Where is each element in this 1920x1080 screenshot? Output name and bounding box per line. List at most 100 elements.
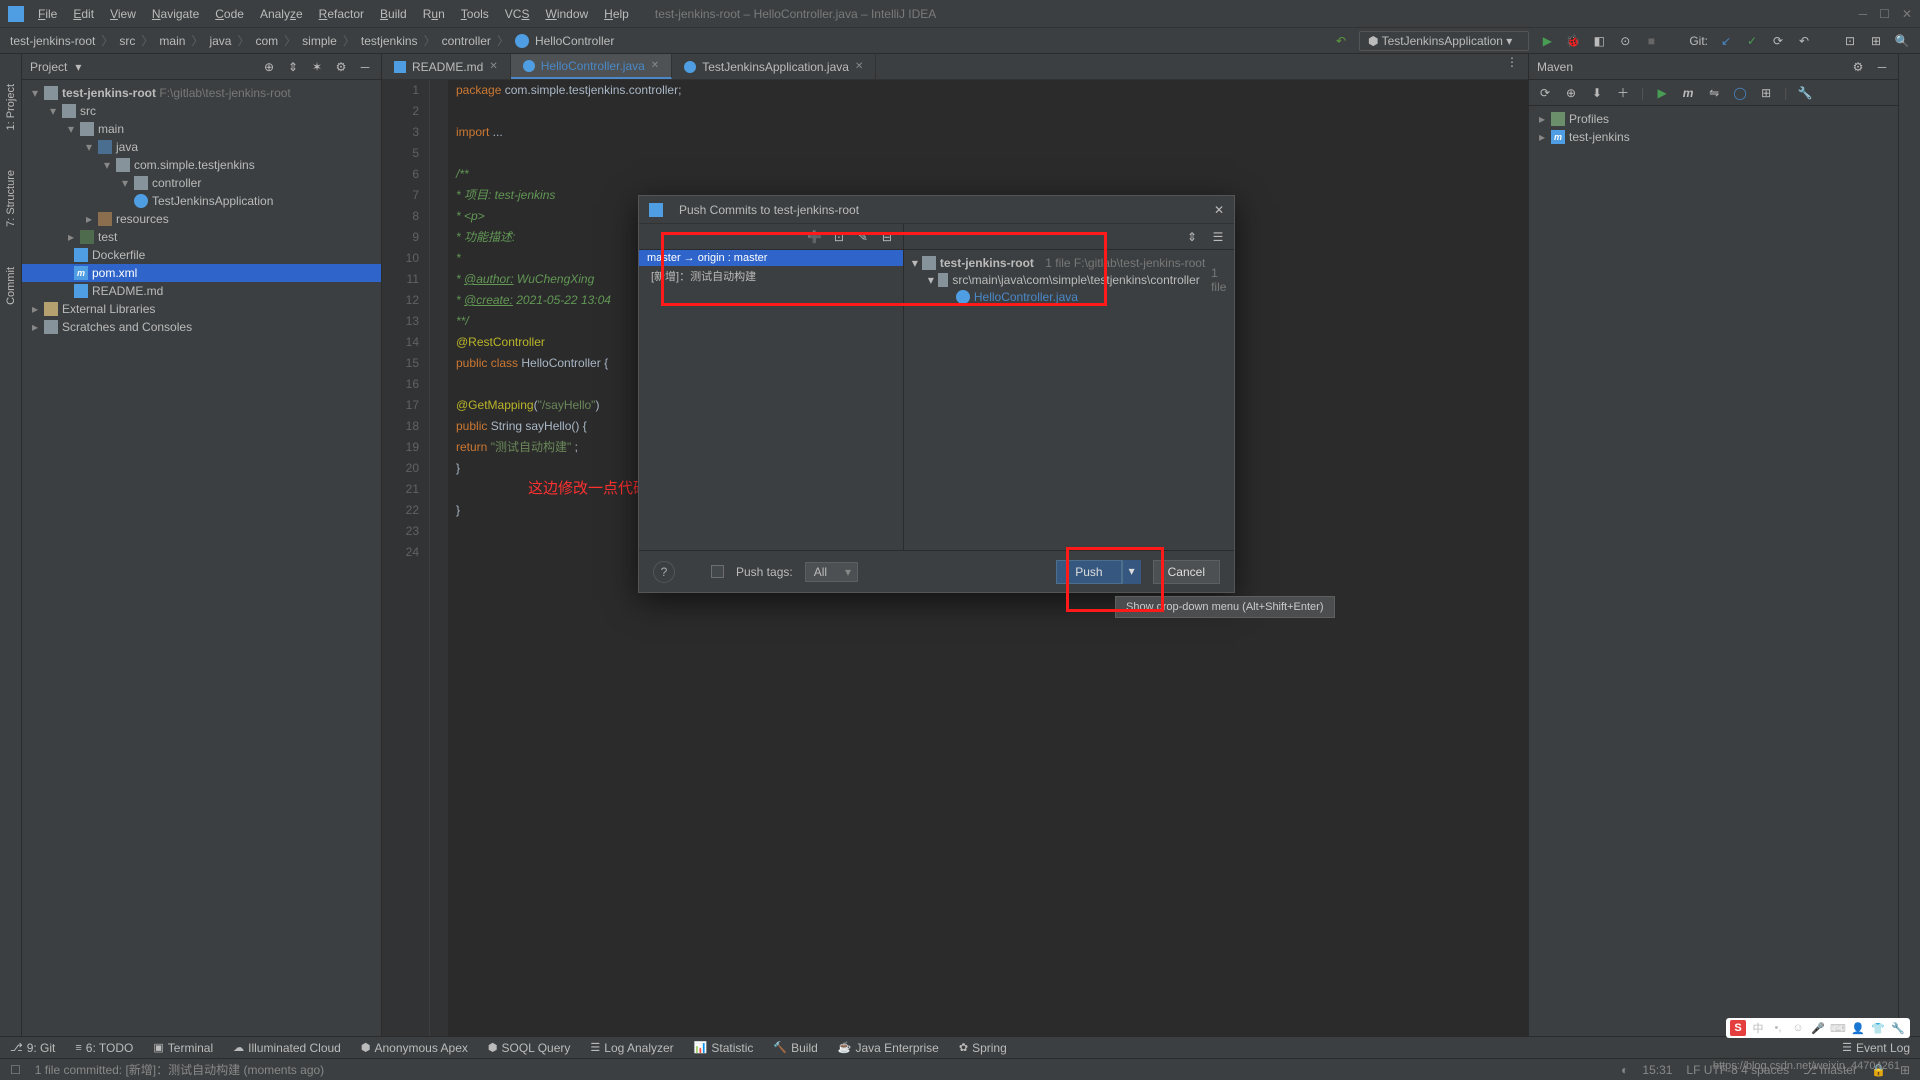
git-update-icon[interactable]: ↙	[1718, 33, 1734, 49]
close-tab-icon[interactable]: ✕	[651, 60, 659, 71]
git-revert-icon[interactable]: ↶	[1796, 33, 1812, 49]
push-tags-combo[interactable]: All	[805, 562, 858, 582]
bc-java[interactable]: java	[209, 34, 231, 48]
bt-apex[interactable]: ⬢ Anonymous Apex	[361, 1041, 468, 1055]
view-dropdown-icon[interactable]: ▾	[75, 60, 81, 74]
bc-class[interactable]: HelloController	[535, 34, 614, 48]
add-branch-icon[interactable]: ➕	[807, 229, 823, 245]
menu-view[interactable]: View	[104, 5, 142, 23]
tabs-menu-icon[interactable]: ⋮	[1504, 54, 1520, 70]
menu-run[interactable]: Run	[417, 5, 451, 23]
close-tab-icon[interactable]: ✕	[855, 61, 863, 72]
download-icon[interactable]: ⬇	[1589, 85, 1605, 101]
bt-log[interactable]: ☰ Log Analyzer	[590, 1041, 673, 1055]
menu-file[interactable]: File	[32, 5, 63, 23]
ime-emoji-icon[interactable]: ☺	[1790, 1020, 1806, 1036]
tab-testjenkins-app[interactable]: TestJenkinsApplication.java✕	[672, 54, 876, 79]
gear-icon[interactable]: ⚙	[333, 59, 349, 75]
close-icon[interactable]: ✕	[1902, 7, 1912, 21]
expand-icon[interactable]: ⇕	[1184, 229, 1200, 245]
find-icon[interactable]: 🔍	[1894, 33, 1910, 49]
stop-icon[interactable]: ■	[1643, 33, 1659, 49]
bt-soql[interactable]: ⬢ SOQL Query	[488, 1041, 571, 1055]
offline-icon[interactable]: ◯	[1732, 85, 1748, 101]
hide-panel-icon[interactable]: ─	[1874, 59, 1890, 75]
add-icon[interactable]: ＋	[1615, 85, 1631, 101]
menu-navigate[interactable]: Navigate	[146, 5, 205, 23]
gutter-commit[interactable]: Commit	[5, 267, 17, 305]
tab-readme[interactable]: README.md✕	[382, 54, 511, 79]
reload-icon[interactable]: ⟳	[1537, 85, 1553, 101]
bt-stat[interactable]: 📊 Statistic	[694, 1041, 754, 1055]
bt-git[interactable]: ⎇ 9: Git	[10, 1041, 55, 1055]
pencil-icon[interactable]: ✎	[855, 229, 871, 245]
exec-icon[interactable]: m	[1680, 85, 1696, 101]
edit-icon[interactable]: ⊡	[831, 229, 847, 245]
minimize-icon[interactable]: ─	[1859, 7, 1868, 21]
expand-all-icon[interactable]: ⇕	[285, 59, 301, 75]
close-tab-icon[interactable]: ✕	[489, 61, 497, 72]
menu-vcs[interactable]: VCS	[499, 5, 536, 23]
back-icon[interactable]: ↶	[1333, 33, 1349, 49]
bt-spring[interactable]: ✿ Spring	[959, 1041, 1007, 1055]
bt-illuminated[interactable]: ☁ Illuminated Cloud	[233, 1041, 341, 1055]
generate-icon[interactable]: ⊕	[1563, 85, 1579, 101]
menu-code[interactable]: Code	[209, 5, 250, 23]
wrench-icon[interactable]: 🔧	[1797, 85, 1813, 101]
hide-panel-icon[interactable]: ─	[357, 59, 373, 75]
run-maven-icon[interactable]: ▶	[1654, 85, 1670, 101]
bc-ctrl[interactable]: controller	[442, 34, 491, 48]
bt-eventlog[interactable]: ☰ Event Log	[1842, 1041, 1910, 1055]
commit-entry[interactable]: [新增]：测试自动构建	[639, 266, 903, 286]
ime-keyboard-icon[interactable]: ⌨	[1830, 1020, 1846, 1036]
menu-help[interactable]: Help	[598, 5, 635, 23]
maximize-icon[interactable]: ☐	[1879, 7, 1890, 21]
bc-simple[interactable]: simple	[302, 34, 337, 48]
ime-user-icon[interactable]: 👤	[1850, 1020, 1866, 1036]
bc-main[interactable]: main	[159, 34, 185, 48]
ime-tool-icon[interactable]: 🔧	[1890, 1020, 1906, 1036]
menu-edit[interactable]: Edit	[67, 5, 100, 23]
bt-todo[interactable]: ≡ 6: TODO	[75, 1041, 133, 1055]
push-split-icon[interactable]: ▾	[1122, 560, 1141, 584]
menu-analyze[interactable]: Analyze	[254, 5, 309, 23]
status-icon[interactable]: ☐	[10, 1063, 21, 1077]
project-tree[interactable]: ▾test-jenkins-root F:\gitlab\test-jenkin…	[22, 80, 381, 1036]
ime-punct-icon[interactable]: •,	[1770, 1020, 1786, 1036]
profile-icon[interactable]: ⊙	[1617, 33, 1633, 49]
group-icon[interactable]: ☰	[1210, 229, 1226, 245]
select-opened-icon[interactable]: ⊕	[261, 59, 277, 75]
git-history-icon[interactable]: ⟳	[1770, 33, 1786, 49]
ime-mic-icon[interactable]: 🎤	[1810, 1020, 1826, 1036]
help-icon[interactable]: ?	[653, 561, 675, 583]
ime-lang-icon[interactable]: 中	[1750, 1020, 1766, 1036]
collapse-icon[interactable]: ✶	[309, 59, 325, 75]
menu-tools[interactable]: Tools	[455, 5, 495, 23]
gutter-structure[interactable]: 7: Structure	[5, 170, 17, 227]
delete-icon[interactable]: ⊟	[879, 229, 895, 245]
push-tags-checkbox[interactable]	[711, 565, 724, 578]
gutter-project[interactable]: 1: Project	[5, 84, 17, 130]
ide-settings-icon[interactable]: ⊞	[1868, 33, 1884, 49]
run-config-select[interactable]: ⬢ TestJenkinsApplication ▾	[1359, 31, 1529, 51]
ime-skin-icon[interactable]: 👕	[1870, 1020, 1886, 1036]
bc-tj[interactable]: testjenkins	[361, 34, 418, 48]
git-commit-icon[interactable]: ✓	[1744, 33, 1760, 49]
bc-root[interactable]: test-jenkins-root	[10, 34, 95, 48]
toggle-icon[interactable]: ⇋	[1706, 85, 1722, 101]
menu-window[interactable]: Window	[539, 5, 594, 23]
coverage-icon[interactable]: ◧	[1591, 33, 1607, 49]
bc-com[interactable]: com	[255, 34, 278, 48]
branch-mapping[interactable]: master → origin : master	[639, 250, 903, 266]
status-mem-icon[interactable]: ⊞	[1900, 1063, 1910, 1077]
cancel-button[interactable]: Cancel	[1153, 560, 1220, 584]
tab-hello-controller[interactable]: HelloController.java✕	[511, 54, 672, 79]
push-button[interactable]: Push	[1056, 560, 1121, 584]
run-icon[interactable]: ▶	[1539, 33, 1555, 49]
bc-src[interactable]: src	[119, 34, 135, 48]
bt-javaee[interactable]: ☕ Java Enterprise	[838, 1041, 939, 1055]
gear-icon[interactable]: ⚙	[1850, 59, 1866, 75]
search-icon[interactable]: ⊡	[1842, 33, 1858, 49]
menu-refactor[interactable]: Refactor	[313, 5, 370, 23]
menu-build[interactable]: Build	[374, 5, 413, 23]
